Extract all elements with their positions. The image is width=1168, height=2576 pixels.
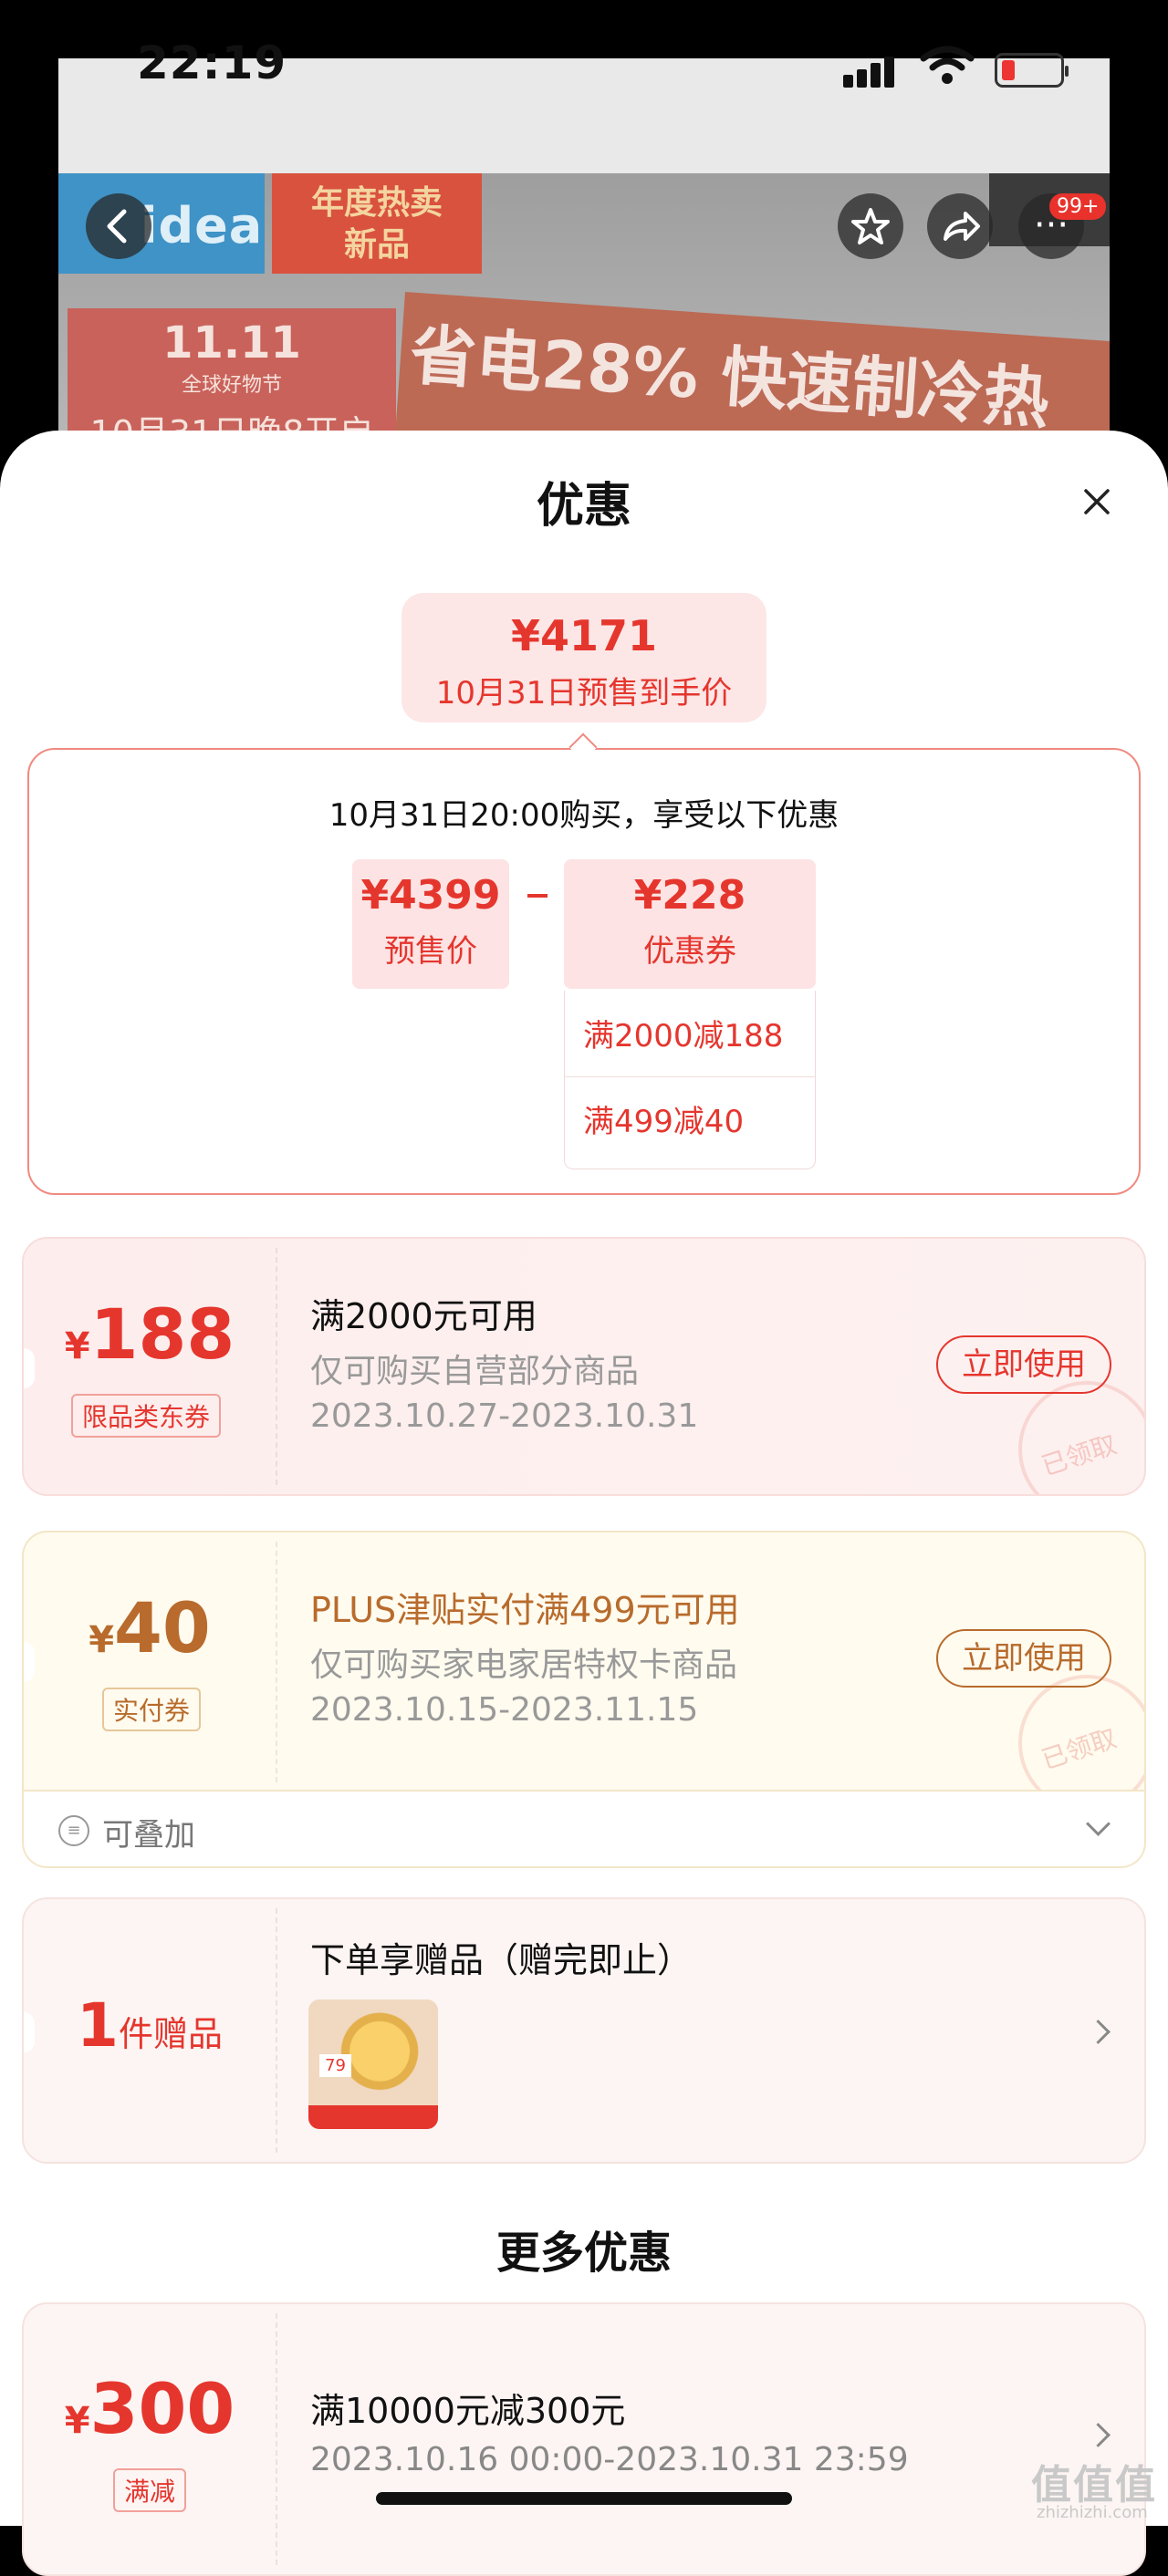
use-now-button[interactable]: 立即使用	[936, 1335, 1111, 1394]
coupon-validity: 2023.10.15-2023.11.15	[310, 1691, 699, 1729]
divider	[276, 1248, 277, 1485]
ticket-notch	[24, 1642, 35, 1682]
home-indicator[interactable]	[376, 2492, 792, 2505]
gift-count-unit: 件赠品	[118, 2014, 223, 2054]
divider	[276, 1908, 277, 2153]
favorite-button[interactable]	[838, 193, 903, 259]
claimed-stamp-text: 已领取	[1038, 1722, 1121, 1776]
brand-logo-text: idea	[141, 197, 264, 254]
presale-price-tile: ¥4399 预售价	[352, 859, 509, 989]
coupon-card: ¥188 限品类东券 满2000元可用 仅可购买自营部分商品 2023.10.2…	[22, 1237, 1146, 1496]
gift-card[interactable]: 1件赠品 下单享赠品（赠完即止） 79	[22, 1897, 1146, 2164]
gift-count-number: 1	[77, 1990, 119, 2061]
discount-sheet: 优惠 ¥4171 10月31日预售到手价 10月31日20:00购买，享受以下优…	[0, 431, 1168, 2576]
sheet-title: 优惠	[536, 479, 631, 534]
currency-symbol: ¥	[64, 2400, 90, 2442]
watermark: 值值值	[1031, 2462, 1157, 2508]
coupon-condition: 满2000元可用	[310, 1296, 537, 1336]
coupon-condition: 满499减40	[583, 1104, 745, 1140]
badge-line-1: 年度热卖	[310, 184, 443, 222]
coupon-validity: 2023.10.27-2023.10.31	[310, 1397, 699, 1435]
claimed-stamp-text: 已领取	[1038, 1428, 1121, 1482]
currency-symbol: ¥	[64, 1325, 90, 1367]
breakdown-heading: 10月31日20:00购买，享受以下优惠	[328, 797, 840, 834]
coupon-value: 188	[89, 1293, 235, 1375]
claimed-stamp: 已领取	[1018, 1675, 1144, 1792]
coupon-type-tag: 实付券	[102, 1688, 202, 1731]
battery-icon	[995, 53, 1069, 88]
coupon-total: ¥228	[633, 872, 746, 919]
more-offers-heading: 更多优惠	[495, 2228, 672, 2279]
use-now-button[interactable]: 立即使用	[936, 1629, 1111, 1688]
stackable-label: 可叠加	[102, 1817, 195, 1854]
promo-card[interactable]: ¥300 满减 满10000元减300元 2023.10.16 00:00-20…	[22, 2302, 1146, 2576]
signal-icon	[843, 55, 905, 88]
promo-condition: 满10000元减300元	[310, 2391, 626, 2431]
currency-symbol: ¥	[89, 1619, 115, 1661]
final-price-label: 10月31日预售到手价	[435, 675, 733, 712]
ticket-notch	[24, 1348, 35, 1388]
back-button[interactable]	[86, 193, 151, 259]
coupon-amount: ¥40	[24, 1587, 276, 1668]
share-button[interactable]	[927, 193, 993, 259]
coupon-conditions-list: 满2000减188 满499减40	[564, 991, 816, 1169]
minus-sign	[527, 894, 548, 898]
coupon-type-tag: 限品类东券	[71, 1394, 222, 1438]
claimed-stamp: 已领取	[1018, 1381, 1144, 1494]
presale-price: ¥4399	[360, 872, 501, 919]
coupon-scope: 仅可购买家电家居特权卡商品	[310, 1646, 738, 1684]
event-logo: 11.11	[162, 317, 301, 369]
coupon-total-tile: ¥228 优惠券	[564, 859, 816, 989]
stackable-toggle[interactable]: ≡ 可叠加	[22, 1792, 1146, 1868]
final-price: ¥4171	[510, 611, 658, 660]
new-product-badge: 年度热卖 新品	[272, 173, 482, 274]
coupon-condition: PLUS津贴实付满499元可用	[310, 1590, 740, 1630]
star-icon	[851, 208, 890, 244]
promo-value: 300	[89, 2368, 235, 2449]
promo-amount: ¥300	[24, 2368, 276, 2449]
coupon-amount: ¥188	[24, 1293, 276, 1375]
status-time: 22:19	[137, 36, 287, 89]
gift-thumbnail-price: 79	[319, 2054, 351, 2077]
chevron-right-icon	[1086, 2423, 1111, 2447]
wifi-icon	[920, 46, 975, 84]
badge-line-2: 新品	[343, 226, 410, 264]
gift-thumbnail-strip	[308, 2105, 438, 2129]
divider	[565, 1076, 815, 1077]
coupon-condition: 满2000减188	[583, 1018, 784, 1054]
coupon-total-label: 优惠券	[643, 933, 736, 970]
presale-label: 预售价	[384, 933, 477, 970]
share-icon	[944, 212, 980, 241]
gift-thumbnail[interactable]: 79	[308, 2000, 438, 2129]
cart-count-badge: 99+	[1049, 193, 1107, 220]
chevron-right-icon	[1086, 2020, 1111, 2044]
chevron-down-icon	[1086, 1812, 1111, 1836]
close-icon[interactable]	[1079, 483, 1115, 520]
coupon-value: 40	[114, 1587, 211, 1668]
final-price-box: ¥4171 10月31日预售到手价	[402, 593, 766, 722]
divider	[276, 1542, 277, 1782]
coupon-scope: 仅可购买自营部分商品	[310, 1353, 640, 1390]
stack-icon: ≡	[58, 1815, 89, 1846]
watermark-url: zhizhizhi.com	[1037, 2503, 1148, 2522]
gift-title: 下单享赠品（赠完即止）	[310, 1940, 693, 1980]
event-name: 全球好物节	[181, 374, 282, 397]
gift-count: 1件赠品	[24, 1990, 276, 2061]
divider	[276, 2313, 277, 2565]
coupon-card: ¥40 实付券 PLUS津贴实付满499元可用 仅可购买家电家居特权卡商品 20…	[22, 1531, 1146, 1792]
ticket-notch	[24, 2012, 35, 2052]
promo-validity: 2023.10.16 00:00-2023.10.31 23:59	[310, 2441, 909, 2478]
chevron-left-icon	[107, 209, 127, 244]
promo-type-tag: 满减	[113, 2468, 187, 2512]
